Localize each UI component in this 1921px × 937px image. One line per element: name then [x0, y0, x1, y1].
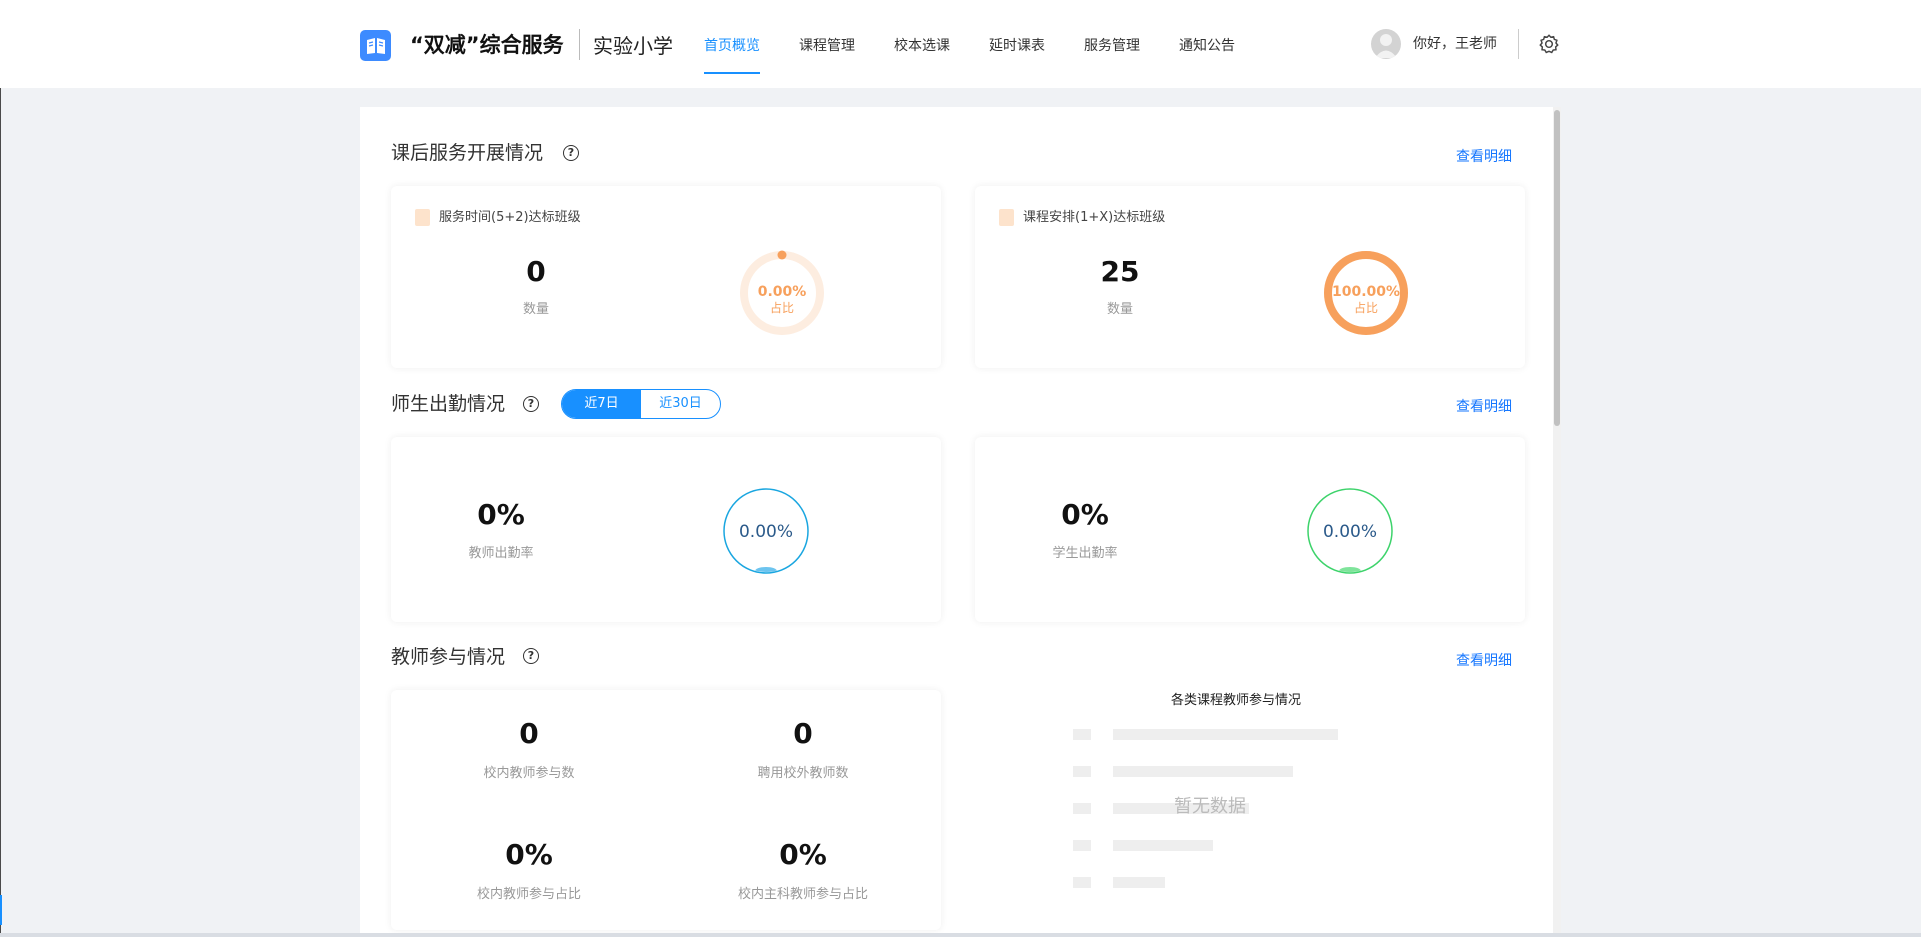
school-name: 实验小学 — [593, 34, 673, 58]
window-left-edge — [0, 0, 1, 937]
ring-percent-text: 0.00% — [758, 284, 807, 300]
skeleton-label — [1073, 840, 1091, 851]
book-logo-icon — [360, 30, 391, 61]
attendance-detail-link[interactable]: 查看明细 — [1456, 397, 1512, 417]
no-data-text: 暂无数据 — [1174, 796, 1246, 817]
help-icon[interactable]: ? — [523, 648, 539, 664]
gauge-percent-text: 0.00% — [1323, 522, 1377, 542]
student-attendance-card: 0% 学生出勤率 0.00% — [975, 437, 1525, 622]
count-value: 0 — [526, 255, 546, 288]
skeleton-label — [1073, 729, 1091, 740]
stat-label: 校内教师参与占比 — [476, 887, 581, 902]
nav-item-overview[interactable]: 首页概览 — [704, 34, 760, 74]
service-detail-link[interactable]: 查看明细 — [1456, 147, 1512, 167]
stat-value: 0% — [505, 838, 553, 871]
stat-value: 0 — [793, 717, 813, 750]
ring-percent-text: 100.00% — [1332, 284, 1400, 300]
stat-label: 校内教师参与数 — [483, 766, 575, 781]
attendance-rate-label: 教师出勤率 — [468, 546, 534, 561]
service-card-1-x: 课程安排(1+X)达标班级 25 数量 100.00% 占比 — [975, 186, 1525, 368]
teachers-section-title: 教师参与情况 — [391, 646, 506, 668]
range-toggle: 近7日 近30日 — [561, 389, 721, 419]
skeleton-bar — [1113, 729, 1338, 740]
ring-percent-label: 占比 — [1354, 300, 1378, 315]
service-card-5-2: 服务时间(5+2)达标班级 0 数量 0.00% 占比 — [391, 186, 941, 368]
teacher-participation-card: 0 校内教师参与数 0 聘用校外教师数 0% 校内教师参与占比 0% 校内主科教… — [391, 690, 941, 930]
ring-percent-label: 占比 — [770, 300, 794, 315]
stat-label: 聘用校外教师数 — [757, 766, 849, 781]
nav-item-course-management[interactable]: 课程管理 — [799, 34, 855, 58]
skeleton-bar — [1113, 840, 1213, 851]
main-nav: 首页概览 课程管理 校本选课 延时课表 服务管理 通知公告 — [704, 34, 1274, 74]
card-label: 服务时间(5+2)达标班级 — [439, 210, 581, 225]
skeleton-label — [1073, 877, 1091, 888]
tab-last-7-days[interactable]: 近7日 — [562, 390, 641, 418]
gauge-percent-text: 0.00% — [739, 522, 793, 542]
scrollbar-thumb[interactable] — [1554, 110, 1560, 426]
attendance-section-title: 师生出勤情况 — [391, 393, 506, 415]
percent-ring: 0.00% 占比 — [740, 250, 824, 335]
top-header: “双减”综合服务 实验小学 首页概览 课程管理 校本选课 延时课表 服务管理 通… — [0, 0, 1921, 88]
attendance-rate-value: 0% — [477, 498, 525, 531]
nav-item-extended-schedule[interactable]: 延时课表 — [989, 34, 1045, 58]
window-left-accent — [0, 895, 2, 925]
brand-divider — [579, 29, 580, 60]
card-label: 课程安排(1+X)达标班级 — [1023, 210, 1166, 225]
teachers-detail-link[interactable]: 查看明细 — [1456, 651, 1512, 671]
avatar[interactable] — [1371, 29, 1401, 59]
skeleton-label — [1073, 766, 1091, 777]
service-section-title: 课后服务开展情况 — [391, 142, 544, 164]
nav-item-course-selection[interactable]: 校本选课 — [894, 34, 950, 58]
stat-label: 校内主科教师参与占比 — [737, 887, 868, 902]
window-bottom-edge — [0, 933, 1921, 937]
attendance-gauge: 0.00% — [723, 488, 809, 574]
tab-last-30-days[interactable]: 近30日 — [641, 390, 720, 418]
nav-item-service-management[interactable]: 服务管理 — [1084, 34, 1140, 58]
teacher-attendance-card: 0% 教师出勤率 0.00% — [391, 437, 941, 622]
document-icon — [415, 209, 430, 226]
count-label: 数量 — [522, 302, 549, 317]
skeleton-label — [1073, 803, 1091, 814]
count-value: 25 — [1100, 255, 1140, 288]
brand-title: “双减”综合服务 — [410, 33, 564, 57]
count-label: 数量 — [1106, 302, 1133, 317]
skeleton-bar — [1113, 766, 1293, 777]
stat-value: 0 — [519, 717, 539, 750]
stat-value: 0% — [779, 838, 827, 871]
chart-title: 各类课程教师参与情况 — [1170, 693, 1301, 708]
skeleton-bar — [1113, 877, 1165, 888]
attendance-rate-value: 0% — [1061, 498, 1109, 531]
percent-ring: 100.00% 占比 — [1324, 251, 1408, 335]
document-icon — [999, 209, 1014, 226]
attendance-gauge: 0.00% — [1307, 488, 1393, 574]
header-divider — [1518, 29, 1519, 59]
attendance-rate-label: 学生出勤率 — [1052, 546, 1118, 561]
help-icon[interactable]: ? — [523, 396, 539, 412]
gear-icon[interactable] — [1538, 33, 1560, 55]
nav-item-notices[interactable]: 通知公告 — [1179, 34, 1235, 58]
user-greeting[interactable]: 你好，王老师 — [1413, 32, 1497, 56]
help-icon[interactable]: ? — [563, 145, 579, 161]
